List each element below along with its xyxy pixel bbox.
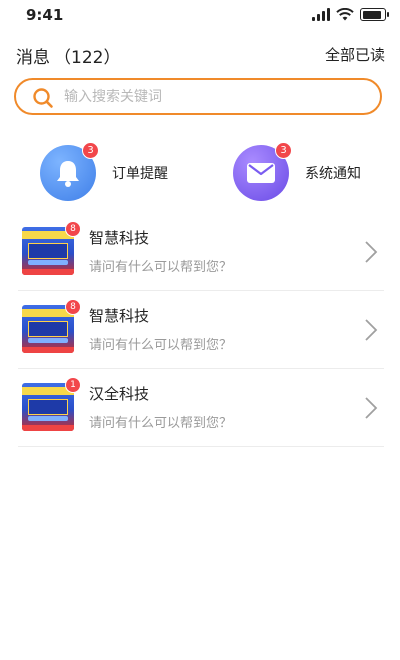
battery-level (362, 10, 382, 19)
search-icon (33, 88, 53, 108)
conversation-name: 智慧科技 (89, 307, 150, 325)
battery-icon (360, 8, 389, 21)
order-reminder-badge: 3 (82, 142, 99, 159)
search-input[interactable] (62, 84, 366, 110)
system-notice-shortcut[interactable]: 3 系统通知 (233, 142, 361, 203)
conversation-item[interactable]: 8 智慧科技 请问有什么可以帮到您？ (18, 291, 384, 369)
order-reminder-label: 订单提醒 (112, 166, 168, 182)
system-notice-badge: 3 (275, 142, 292, 159)
chevron-right-icon (365, 397, 378, 419)
status-bar: 9:41 (0, 0, 400, 34)
unread-badge: 8 (65, 221, 81, 237)
system-notice-icon-circle: 3 (233, 142, 292, 201)
conversation-preview: 请问有什么可以帮到您？ (89, 260, 233, 275)
page-title: 消息 （122） (16, 43, 120, 68)
unread-badge: 1 (65, 377, 81, 393)
conversation-avatar: 1 (22, 377, 81, 431)
order-reminder-shortcut[interactable]: 3 订单提醒 (40, 142, 168, 203)
conversation-name: 智慧科技 (89, 229, 150, 247)
status-time: 9:41 (26, 6, 64, 24)
chevron-right-icon (365, 241, 378, 263)
page-title-text: 消息 (16, 48, 50, 68)
conversation-preview: 请问有什么可以帮到您？ (89, 416, 233, 431)
conversation-item[interactable]: 1 汉全科技 请问有什么可以帮到您？ (18, 369, 384, 447)
search-bar[interactable] (14, 78, 382, 115)
envelope-icon (247, 163, 275, 183)
conversation-preview: 请问有什么可以帮到您？ (89, 338, 233, 353)
status-icons (312, 8, 389, 21)
signal-icon (312, 8, 330, 21)
conversation-item[interactable]: 8 智慧科技 请问有什么可以帮到您？ (18, 213, 384, 291)
message-count: （122） (54, 48, 121, 68)
header: 消息 （122） 全部已读 (0, 40, 400, 70)
order-reminder-icon-circle: 3 (40, 142, 99, 201)
conversation-name: 汉全科技 (89, 385, 150, 403)
system-notice-label: 系统通知 (305, 166, 361, 182)
conversation-avatar: 8 (22, 221, 81, 275)
conversation-avatar: 8 (22, 299, 81, 353)
chevron-right-icon (365, 319, 378, 341)
wifi-icon (336, 8, 354, 21)
conversation-list: 8 智慧科技 请问有什么可以帮到您？ 8 智慧科技 请问有什么可以帮到您？ 1 … (18, 213, 384, 447)
unread-badge: 8 (65, 299, 81, 315)
mark-all-read-button[interactable]: 全部已读 (325, 44, 385, 65)
bell-icon (57, 161, 79, 187)
